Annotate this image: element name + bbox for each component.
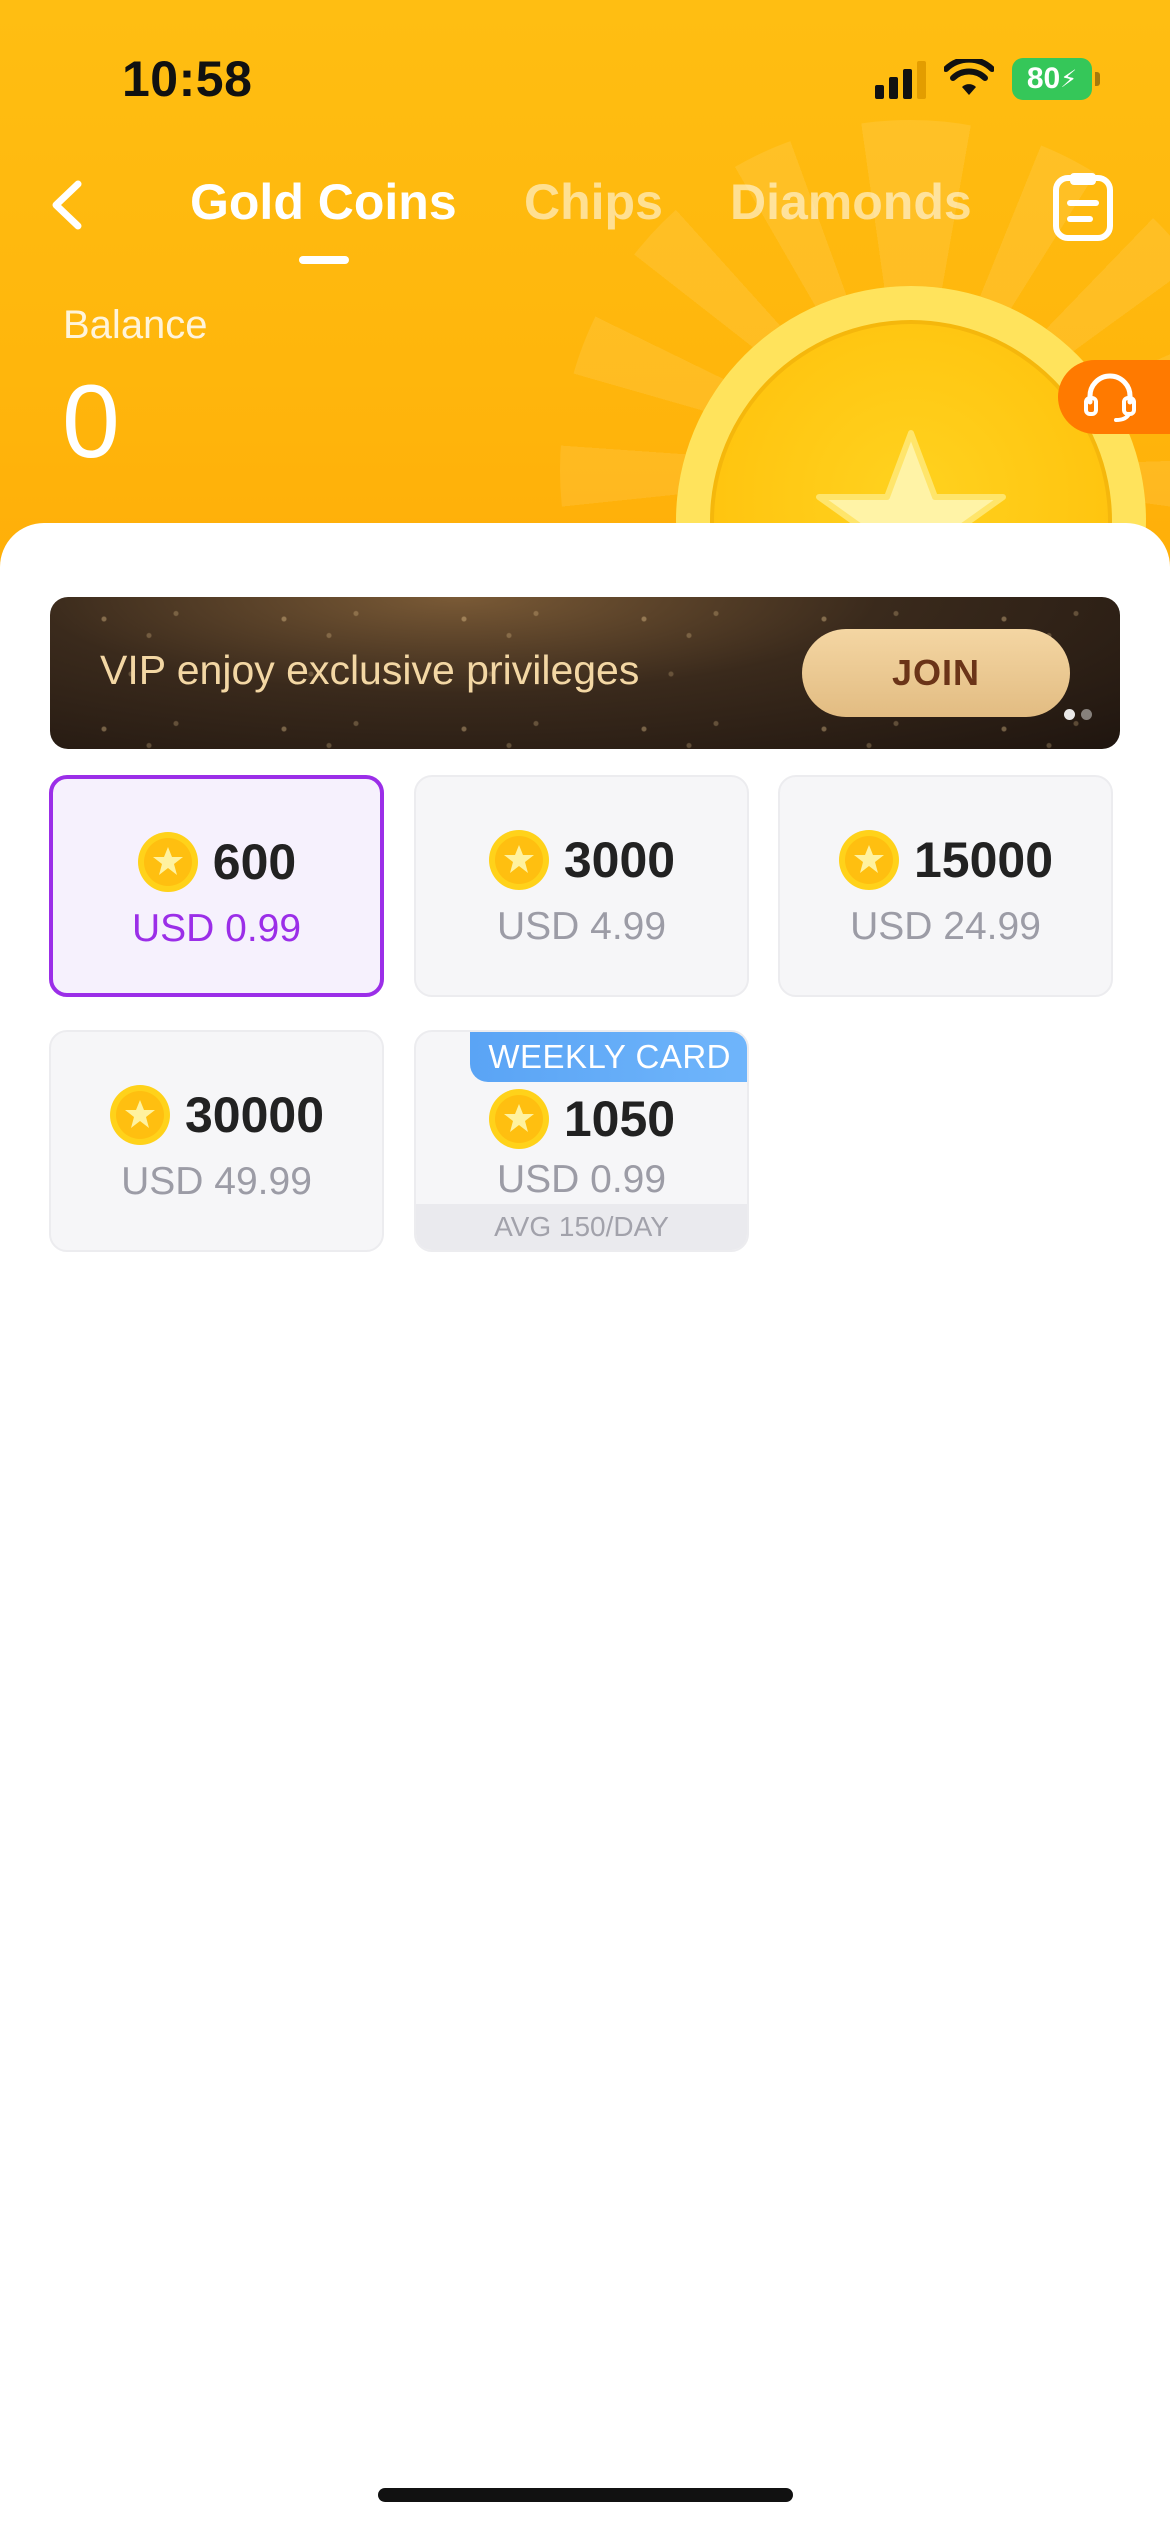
package-amount: 15000 (913, 832, 1054, 888)
gold-coin-icon (488, 1089, 549, 1149)
balance-value: 0 (62, 364, 120, 480)
battery-level: 80 (1026, 62, 1061, 95)
headset-icon (1084, 373, 1136, 422)
tab-diamonds[interactable]: Diamonds (730, 173, 972, 231)
package-weekly-card[interactable]: WEEKLY CARD 1050 USD 0.99 AVG 150/DAY (414, 1030, 749, 1252)
package-3000[interactable]: 3000 USD 4.99 (414, 775, 749, 997)
vip-banner[interactable]: VIP enjoy exclusive privileges JOIN (50, 597, 1120, 749)
package-price: USD 49.99 (121, 1160, 312, 1203)
package-amount-row: 3000 (416, 829, 747, 891)
join-vip-button[interactable]: JOIN (802, 629, 1070, 717)
battery-icon: 80 ⚡ (1012, 58, 1100, 100)
package-amount-row: 30000 (51, 1084, 382, 1146)
package-amount: 3000 (563, 832, 676, 888)
package-600[interactable]: 600 USD 0.99 (49, 775, 384, 997)
package-amount-row: 15000 (780, 829, 1111, 891)
gold-coin-icon (838, 830, 899, 890)
gold-coin-icon (488, 830, 549, 890)
package-price: USD 4.99 (496, 905, 667, 948)
package-amount: 30000 (184, 1087, 325, 1143)
currency-tabs: Gold Coins Chips Diamonds (0, 165, 1170, 265)
package-amount-row: 1050 (416, 1088, 747, 1150)
page-dot-active (1064, 709, 1075, 720)
vip-banner-text: VIP enjoy exclusive privileges (100, 647, 640, 693)
cellular-signal-icon (875, 59, 926, 99)
gold-coin-icon (109, 1085, 170, 1145)
banner-page-indicator (1064, 709, 1092, 720)
package-price: USD 24.99 (850, 905, 1041, 948)
home-indicator[interactable] (378, 2488, 793, 2502)
status-time: 10:58 (122, 51, 253, 107)
wifi-icon (944, 59, 994, 95)
package-amount: 1050 (563, 1091, 676, 1147)
package-30000[interactable]: 30000 USD 49.99 (49, 1030, 384, 1252)
package-amount: 600 (212, 834, 297, 890)
package-price: USD 0.99 (131, 907, 302, 950)
charging-bolt-icon: ⚡ (1060, 65, 1078, 93)
orders-button[interactable] (1050, 170, 1116, 244)
tab-chips[interactable]: Chips (524, 173, 663, 231)
gold-coin-icon (137, 832, 198, 892)
package-amount-row: 600 (53, 831, 380, 893)
status-icons: 80 ⚡ (875, 54, 1100, 104)
weekly-card-badge: WEEKLY CARD (470, 1032, 747, 1082)
active-tab-indicator (299, 256, 349, 264)
clipboard-icon (1053, 173, 1113, 241)
weekly-average-note: AVG 150/DAY (416, 1204, 747, 1250)
page-dot (1081, 709, 1092, 720)
balance-label: Balance (63, 303, 208, 347)
package-price: USD 0.99 (496, 1158, 667, 1201)
customer-support-button[interactable] (1058, 360, 1170, 434)
package-15000[interactable]: 15000 USD 24.99 (778, 775, 1113, 997)
tab-gold-coins[interactable]: Gold Coins (190, 173, 457, 231)
